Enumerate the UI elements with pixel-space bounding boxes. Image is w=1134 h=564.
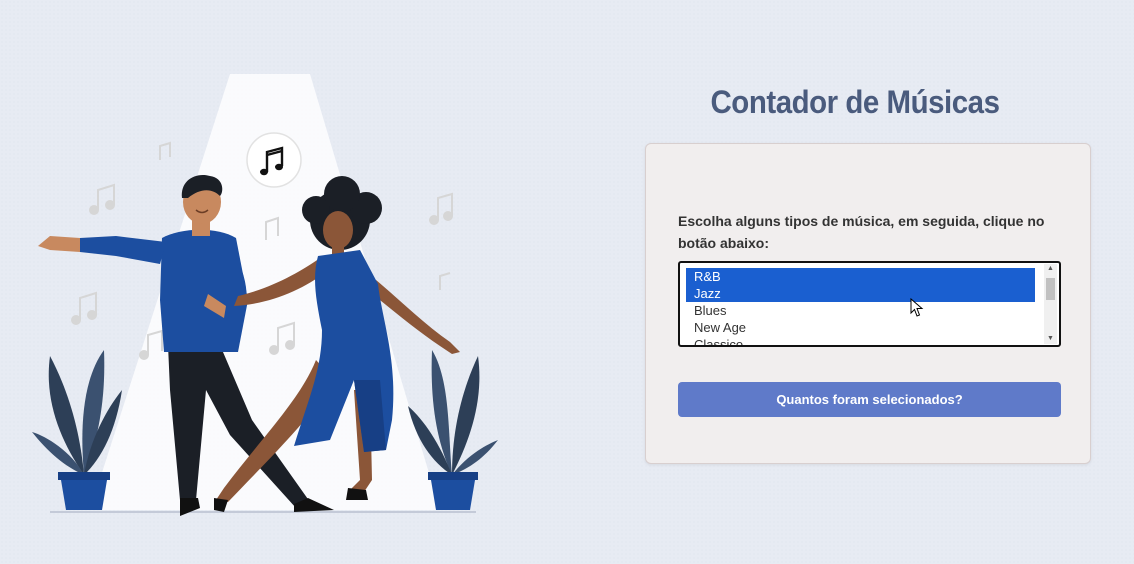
option-blues[interactable]: Blues [686, 302, 1035, 319]
option-rnb[interactable]: R&B [686, 268, 1035, 285]
dancing-couple-illustration [32, 74, 498, 516]
option-classico[interactable]: Classico [686, 336, 1035, 345]
music-type-listbox[interactable]: R&B Jazz Blues New Age Classico ▲ ▼ [678, 261, 1061, 347]
listbox-scrollbar[interactable]: ▲ ▼ [1044, 264, 1057, 344]
music-note-icon [246, 132, 302, 188]
mouse-cursor-icon [910, 298, 924, 317]
scroll-up-arrow-icon[interactable]: ▲ [1044, 264, 1057, 274]
instruction-text: Escolha alguns tipos de música, em segui… [678, 213, 1045, 251]
scroll-down-arrow-icon[interactable]: ▼ [1044, 334, 1057, 344]
scrollbar-thumb[interactable] [1046, 278, 1055, 300]
option-new-age[interactable]: New Age [686, 319, 1035, 336]
option-jazz[interactable]: Jazz [686, 285, 1035, 302]
count-selected-button[interactable]: Quantos foram selecionados? [678, 382, 1061, 417]
form-card: Escolha alguns tipos de música, em segui… [645, 143, 1091, 464]
page-title: Contador de Músicas [710, 84, 1000, 120]
